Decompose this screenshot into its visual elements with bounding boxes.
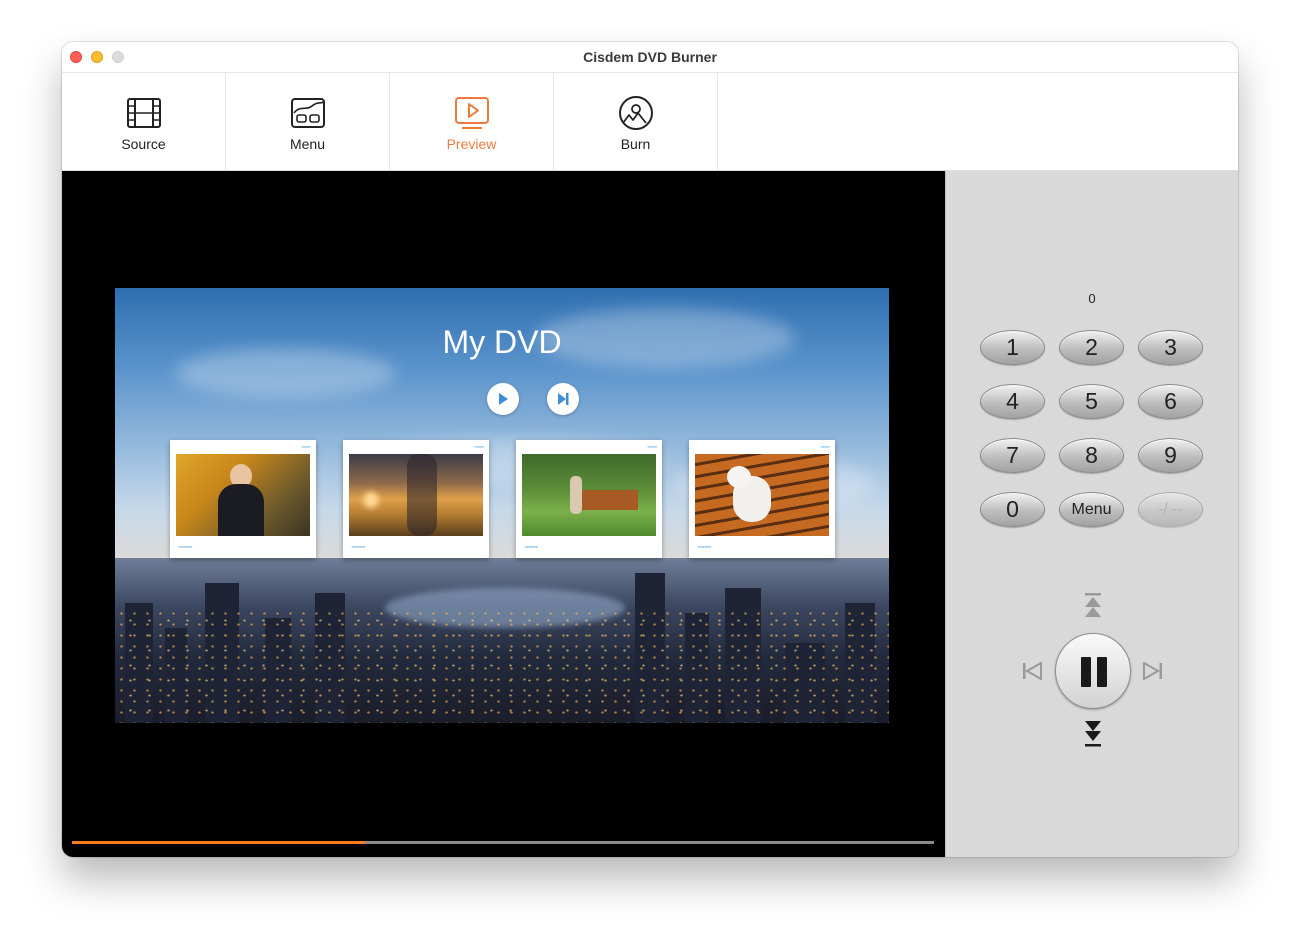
skip-next-icon[interactable] (1143, 662, 1163, 680)
tab-burn[interactable]: Burn (554, 73, 718, 171)
playback-progress-fill (72, 841, 366, 844)
decorative-dots: ◦◦◦◦◦◦ (820, 444, 830, 451)
playback-progress-bar[interactable] (72, 841, 934, 844)
decorative-dots: ◦◦◦◦◦◦ (301, 444, 311, 451)
city-lights (115, 608, 889, 723)
toolbar: Source Menu Preview Burn (62, 72, 1238, 171)
chapter-thumbnail[interactable]: ◦◦◦◦◦◦ ◦◦◦◦◦◦◦◦◦ (343, 440, 489, 558)
remote-menu-button[interactable]: Menu (1059, 492, 1124, 527)
tab-source[interactable]: Source (62, 73, 226, 171)
pause-icon (1081, 657, 1091, 687)
remote-key-4[interactable]: 4 (980, 384, 1045, 419)
skip-previous-icon[interactable] (1022, 662, 1042, 680)
remote-key-8[interactable]: 8 (1059, 438, 1124, 473)
disc-burn-icon (619, 96, 653, 130)
tab-source-label: Source (121, 136, 166, 152)
remote-digit-toggle-button[interactable]: -/ -- (1138, 492, 1203, 527)
person-autumn-thumbnail (176, 454, 310, 536)
remote-key-6[interactable]: 6 (1138, 384, 1203, 419)
dog-bench-thumbnail (695, 454, 829, 536)
tab-menu-label: Menu (289, 136, 326, 152)
decorative-dots: ◦◦◦◦◦◦◦◦◦ (697, 544, 711, 551)
tab-preview-label: Preview (446, 136, 497, 152)
skip-next-icon (558, 393, 569, 405)
decorative-dots: ◦◦◦◦◦◦ (474, 444, 484, 451)
park-bench-thumbnail (522, 454, 656, 536)
chapter-thumbnail[interactable]: ◦◦◦◦◦◦ ◦◦◦◦◦◦◦◦◦ (170, 440, 316, 558)
window-title: Cisdem DVD Burner (583, 49, 717, 65)
tab-burn-label: Burn (620, 136, 651, 152)
tab-menu[interactable]: Menu (226, 73, 390, 171)
pause-button[interactable] (1055, 633, 1131, 709)
decorative-dots: ◦◦◦◦◦◦ (647, 444, 657, 451)
decorative-dots: ◦◦◦◦◦◦◦◦◦ (178, 544, 192, 551)
preview-player[interactable]: My DVD ◦◦◦◦◦◦ ◦◦◦◦◦◦◦◦◦ ◦◦◦◦◦◦ ◦◦◦◦◦◦◦◦◦… (62, 171, 945, 857)
play-all-button[interactable] (487, 383, 519, 415)
remote-key-1[interactable]: 1 (980, 330, 1045, 365)
menu-layout-icon (291, 98, 325, 128)
play-icon (499, 393, 508, 405)
remote-key-9[interactable]: 9 (1138, 438, 1203, 473)
film-icon (127, 98, 161, 128)
previous-chapter-up-icon[interactable] (1084, 592, 1102, 624)
dvd-menu-preview[interactable]: My DVD ◦◦◦◦◦◦ ◦◦◦◦◦◦◦◦◦ ◦◦◦◦◦◦ ◦◦◦◦◦◦◦◦◦… (115, 288, 889, 723)
remote-key-3[interactable]: 3 (1138, 330, 1203, 365)
next-chapter-button[interactable] (547, 383, 579, 415)
tab-preview[interactable]: Preview (390, 73, 554, 171)
channel-counter: 0 (1088, 291, 1096, 306)
preview-play-icon (455, 97, 489, 129)
sunset-field-thumbnail (349, 454, 483, 536)
title-bar: Cisdem DVD Burner (62, 42, 1238, 72)
decorative-dots: ◦◦◦◦◦◦◦◦◦ (351, 544, 365, 551)
chapter-thumbnail[interactable]: ◦◦◦◦◦◦ ◦◦◦◦◦◦◦◦◦ (516, 440, 662, 558)
remote-key-2[interactable]: 2 (1059, 330, 1124, 365)
decorative-dots: ◦◦◦◦◦◦◦◦◦ (524, 544, 538, 551)
pause-icon (1097, 657, 1107, 687)
remote-key-0[interactable]: 0 (980, 492, 1045, 527)
remote-key-7[interactable]: 7 (980, 438, 1045, 473)
dvd-menu-title: My DVD (442, 324, 562, 360)
remote-control-panel: 0 1 2 3 4 5 6 7 8 9 0 Menu -/ -- (945, 171, 1238, 857)
remote-key-5[interactable]: 5 (1059, 384, 1124, 419)
chapter-thumbnail[interactable]: ◦◦◦◦◦◦ ◦◦◦◦◦◦◦◦◦ (689, 440, 835, 558)
app-window: Cisdem DVD Burner Source Menu Preview Bu… (62, 42, 1238, 857)
next-chapter-down-icon[interactable] (1084, 718, 1102, 750)
